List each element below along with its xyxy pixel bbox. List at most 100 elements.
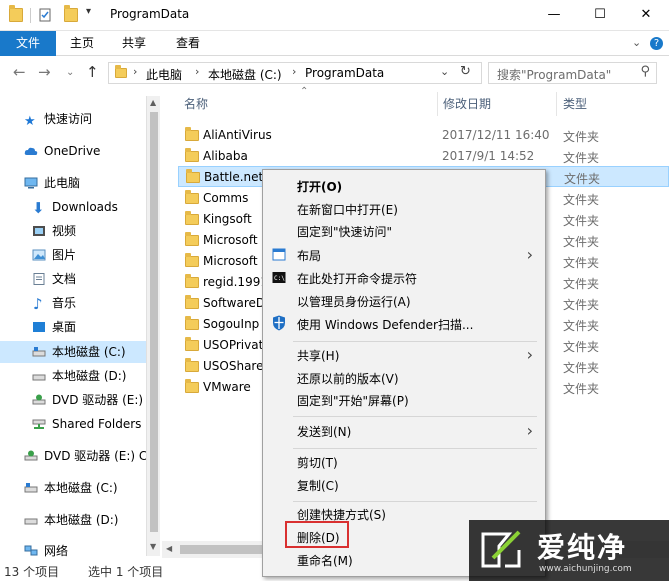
desktop-icon xyxy=(33,322,45,332)
sidebar-item-local-disk-d-root[interactable]: 本地磁盘 (D:) xyxy=(0,509,148,531)
column-header-name[interactable]: 名称 xyxy=(184,95,208,115)
menu-item-open-new-window[interactable]: 在新窗口中打开(E) xyxy=(265,198,543,220)
breadcrumb-this-pc[interactable]: 此电脑 xyxy=(146,66,182,83)
forward-button[interactable]: → xyxy=(38,63,51,81)
layout-icon xyxy=(272,248,286,261)
file-type: 文件夹 xyxy=(563,193,600,207)
address-bar[interactable]: › 此电脑 › 本地磁盘 (C:) › ProgramData ⌄ ↻ xyxy=(108,62,482,84)
menu-separator xyxy=(293,448,537,449)
file-name: AliAntiVirus xyxy=(203,128,272,142)
navigation-pane: ★ 快速访问 OneDrive 此电脑 ⬇ Downloads 视频 图片 文档… xyxy=(0,90,160,560)
table-row[interactable]: AliAntiVirus 2017/12/11 16:40 文件夹 xyxy=(178,125,669,146)
sidebar-item-onedrive[interactable]: OneDrive xyxy=(0,140,148,162)
scroll-down-icon[interactable]: ▼ xyxy=(150,542,156,551)
sidebar-item-shared-folders[interactable]: Shared Folders xyxy=(0,413,148,435)
file-name: Microsoft xyxy=(203,254,258,268)
file-type: 文件夹 xyxy=(563,256,600,270)
column-divider[interactable] xyxy=(437,92,438,116)
file-type: 文件夹 xyxy=(563,277,600,291)
up-button[interactable]: ↑ xyxy=(86,63,99,81)
menu-item-restore-versions[interactable]: 还原以前的版本(V) xyxy=(265,367,543,389)
file-type: 文件夹 xyxy=(563,361,600,375)
expand-ribbon-icon[interactable]: ⌄ xyxy=(632,36,641,49)
folder-icon xyxy=(185,274,199,288)
back-button[interactable]: ← xyxy=(13,63,26,81)
folder-icon xyxy=(185,379,199,393)
sidebar-item-dvd-e-root[interactable]: DVD 驱动器 (E:) C xyxy=(0,445,148,467)
sidebar-item-music[interactable]: ♪ 音乐 xyxy=(0,292,148,314)
scroll-up-icon[interactable]: ▲ xyxy=(150,98,156,107)
search-box[interactable]: 搜索"ProgramData" ⚲ xyxy=(488,62,657,84)
close-button[interactable]: ✕ xyxy=(623,0,669,30)
address-folder-icon xyxy=(115,65,127,78)
sidebar-item-local-disk-d[interactable]: 本地磁盘 (D:) xyxy=(0,365,148,387)
breadcrumb-drive-c[interactable]: 本地磁盘 (C:) xyxy=(208,66,282,83)
menu-item-share[interactable]: 共享(H) › xyxy=(265,344,543,366)
scrollbar-thumb[interactable] xyxy=(150,112,158,532)
folder-icon xyxy=(9,5,23,22)
tab-view[interactable]: 查看 xyxy=(168,31,208,56)
file-type: 文件夹 xyxy=(563,319,600,333)
sidebar-item-local-disk-c[interactable]: 本地磁盘 (C:) xyxy=(0,341,148,363)
menu-item-pin-quick-access[interactable]: 固定到"快速访问" xyxy=(265,220,543,242)
address-dropdown-icon[interactable]: ⌄ xyxy=(440,65,449,78)
ribbon-tabs: 文件 主页 共享 查看 ⌄ ? xyxy=(0,31,669,56)
file-name: Kingsoft xyxy=(203,212,252,226)
sidebar-item-desktop[interactable]: 桌面 xyxy=(0,316,148,338)
sidebar-item-pictures[interactable]: 图片 xyxy=(0,244,148,266)
nav-pane-scrollbar[interactable]: ▲ ▼ xyxy=(146,96,160,556)
quick-access-toolbar-dropdown-icon[interactable]: ▾ xyxy=(86,6,91,17)
menu-item-layout[interactable]: 布局 › xyxy=(265,244,543,266)
menu-item-open[interactable]: 打开(O) xyxy=(265,175,543,197)
file-date: 2017/12/11 16:40 xyxy=(442,128,550,142)
selected-count: 选中 1 个项目 xyxy=(88,565,164,579)
sidebar-item-this-pc[interactable]: 此电脑 xyxy=(0,172,148,194)
breadcrumb-chevron-icon[interactable]: › xyxy=(133,65,137,78)
breadcrumb-chevron-icon[interactable]: › xyxy=(292,65,296,78)
column-header-date[interactable]: 修改日期 xyxy=(443,95,491,115)
window-title: ProgramData xyxy=(110,7,190,21)
file-date: 2017/9/1 14:52 xyxy=(442,149,535,163)
refresh-icon[interactable]: ↻ xyxy=(460,64,471,79)
maximize-button[interactable]: ☐ xyxy=(577,0,623,30)
menu-item-open-cmd[interactable]: C:\ 在此处打开命令提示符 xyxy=(265,267,543,289)
menu-item-copy[interactable]: 复制(C) xyxy=(265,474,543,496)
scroll-left-icon[interactable]: ◀ xyxy=(166,544,172,553)
sidebar-item-downloads[interactable]: ⬇ Downloads xyxy=(0,196,148,218)
sidebar-item-network[interactable]: 网络 xyxy=(0,540,148,562)
computer-icon xyxy=(24,177,38,189)
breadcrumb-chevron-icon[interactable]: › xyxy=(195,65,199,78)
menu-item-cut[interactable]: 剪切(T) xyxy=(265,451,543,473)
folder-icon xyxy=(185,127,199,141)
sidebar-item-documents[interactable]: 文档 xyxy=(0,268,148,290)
tab-share[interactable]: 共享 xyxy=(114,31,154,56)
file-type: 文件夹 xyxy=(563,214,600,228)
tab-home[interactable]: 主页 xyxy=(62,31,102,56)
help-icon[interactable]: ? xyxy=(650,37,663,50)
menu-item-defender-scan[interactable]: 使用 Windows Defender扫描... xyxy=(265,313,543,335)
minimize-button[interactable]: — xyxy=(531,0,577,30)
recent-locations-icon[interactable]: ⌄ xyxy=(66,67,74,78)
search-input[interactable]: 搜索"ProgramData" xyxy=(497,66,611,83)
tab-file[interactable]: 文件 xyxy=(0,31,56,56)
column-divider[interactable] xyxy=(556,92,557,116)
file-type: 文件夹 xyxy=(563,298,600,312)
column-header-type[interactable]: 类型 xyxy=(563,95,587,115)
sidebar-item-videos[interactable]: 视频 xyxy=(0,220,148,242)
properties-icon[interactable] xyxy=(38,8,52,22)
folder-icon xyxy=(185,211,199,225)
file-name: USOPrivat xyxy=(203,338,264,352)
menu-item-send-to[interactable]: 发送到(N) › xyxy=(265,420,543,442)
search-icon[interactable]: ⚲ xyxy=(640,64,650,79)
sidebar-item-quick-access[interactable]: ★ 快速访问 xyxy=(0,108,148,130)
table-row[interactable]: Alibaba 2017/9/1 14:52 文件夹 xyxy=(178,146,669,167)
breadcrumb-programdata[interactable]: ProgramData xyxy=(305,66,384,80)
folder-icon xyxy=(186,169,200,183)
download-icon: ⬇ xyxy=(32,199,45,217)
sidebar-item-local-disk-c-root[interactable]: 本地磁盘 (C:) xyxy=(0,477,148,499)
new-folder-icon[interactable] xyxy=(64,5,78,22)
menu-item-run-as-admin[interactable]: 以管理员身份运行(A) xyxy=(265,290,543,312)
drive-icon xyxy=(32,374,46,381)
sidebar-item-dvd-e[interactable]: DVD 驱动器 (E:) xyxy=(0,389,148,411)
menu-item-pin-start[interactable]: 固定到"开始"屏幕(P) xyxy=(265,389,543,411)
